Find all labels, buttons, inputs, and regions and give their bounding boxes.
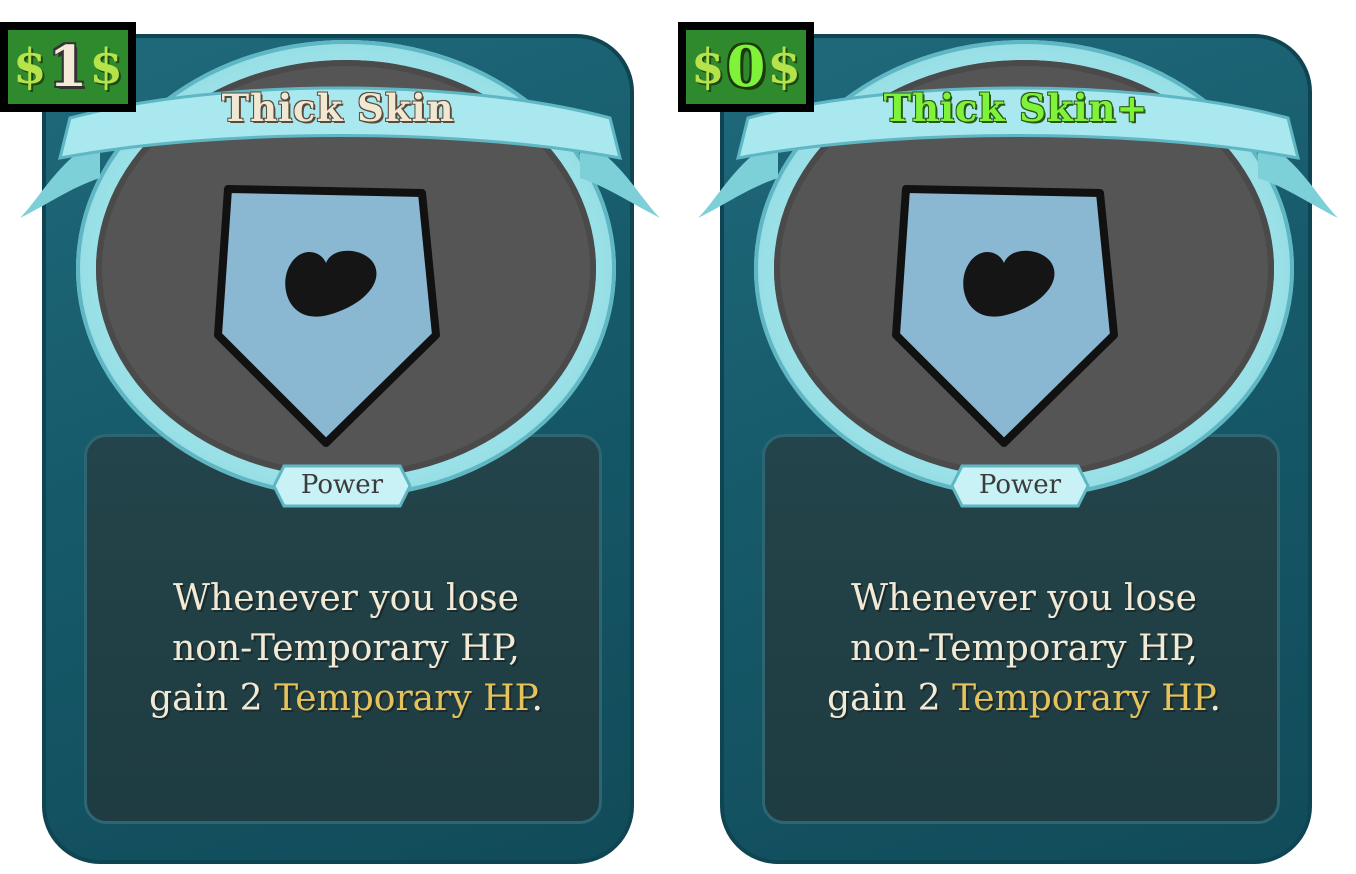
dollar-icon: $ (13, 39, 47, 95)
energy-cost: 0 (726, 34, 766, 100)
card-description: Whenever you lose non-Temporary HP, gain… (96, 574, 596, 724)
card-description: Whenever you lose non-Temporary HP, gain… (774, 574, 1274, 724)
energy-cost-badge: $ 1 $ (0, 22, 136, 112)
dollar-icon: $ (767, 39, 801, 95)
keyword-temporary-hp[interactable]: Temporary HP (274, 678, 531, 719)
dollar-icon: $ (691, 39, 725, 95)
card-thick-skin-upgraded[interactable]: Thick Skin+ $ 0 $ Power Whenever you los… (678, 0, 1338, 874)
description-text: . (531, 678, 543, 719)
description-line: non-Temporary HP, (172, 628, 520, 669)
card-thick-skin[interactable]: Thick Skin $ 1 $ Power Whenever you lose… (0, 0, 660, 874)
description-text: . (1209, 678, 1221, 719)
description-text: gain 2 (827, 678, 953, 719)
description-line: gain 2 Temporary HP. (96, 674, 596, 724)
card-type: Power (300, 470, 384, 500)
energy-cost-badge: $ 0 $ (678, 22, 814, 112)
description-text: gain 2 (149, 678, 275, 719)
dollar-icon: $ (89, 39, 123, 95)
description-line: gain 2 Temporary HP. (774, 674, 1274, 724)
energy-cost: 1 (48, 34, 88, 100)
description-line: non-Temporary HP, (850, 628, 1198, 669)
description-line: Whenever you lose (851, 578, 1197, 619)
description-line: Whenever you lose (173, 578, 519, 619)
card-type: Power (978, 470, 1062, 500)
keyword-temporary-hp[interactable]: Temporary HP (952, 678, 1209, 719)
